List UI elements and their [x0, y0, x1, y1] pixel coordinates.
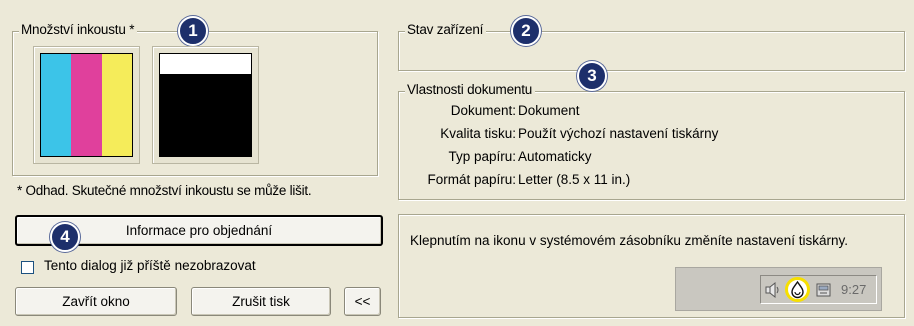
cancel-print-button[interactable]: Zrušit tisk	[191, 287, 331, 316]
callout-badge-1: 1	[178, 16, 208, 46]
callout-badge-3: 3	[577, 61, 607, 91]
tray-app-icon[interactable]	[815, 281, 833, 299]
color-cartridge-frame	[33, 46, 140, 164]
black-ink-level	[160, 74, 251, 156]
ink-estimate-note: * Odhad. Skutečné množství inkoustu se m…	[17, 183, 312, 198]
color-cartridge	[40, 53, 133, 157]
close-window-button-label: Zavřít okno	[62, 294, 130, 309]
property-value-paper-type: Automaticky	[518, 149, 592, 164]
speaker-icon[interactable]	[764, 281, 782, 299]
device-status-title: Stav zařízení	[405, 22, 487, 37]
device-status-group: Stav zařízení	[398, 22, 905, 71]
tray-hint-panel: Klepnutím na ikonu v systémovém zásobník…	[398, 214, 905, 318]
order-info-button-label: Informace pro objednání	[125, 223, 273, 238]
property-label-print-quality: Kvalita tisku:	[440, 126, 516, 141]
document-properties-group: Vlastnosti dokumentu Dokument: Dokument …	[398, 82, 905, 200]
close-window-button[interactable]: Zavřít okno	[15, 287, 177, 316]
dont-show-again-label[interactable]: Tento dialog již příště nezobrazovat	[44, 258, 256, 273]
callout-badge-4: 4	[50, 222, 80, 252]
yellow-ink-stripe	[101, 54, 132, 156]
ink-level-title: Množství inkoustu *	[19, 22, 138, 37]
printer-ink-icon[interactable]	[785, 277, 810, 302]
property-label-document: Dokument:	[450, 103, 516, 118]
property-label-paper-size: Formát papíru:	[427, 172, 516, 187]
document-properties-table: Dokument: Dokument Kvalita tisku: Použít…	[399, 92, 899, 192]
tray-hint-text: Klepnutím na ikonu v systémovém zásobník…	[410, 233, 848, 248]
dont-show-again-checkbox[interactable]	[21, 261, 34, 274]
tray-clock[interactable]: 9:27	[841, 282, 866, 297]
cancel-print-button-label: Zrušit tisk	[232, 294, 290, 309]
cyan-ink-stripe	[41, 54, 72, 156]
property-label-paper-type: Typ papíru:	[448, 149, 516, 164]
system-tray-area: 9:27	[760, 275, 877, 304]
property-value-document: Dokument	[518, 103, 580, 118]
magenta-ink-stripe	[71, 54, 102, 156]
collapse-button[interactable]: <<	[344, 287, 381, 316]
system-tray-preview: 9:27	[675, 267, 882, 311]
collapse-button-label: <<	[354, 294, 371, 309]
property-value-paper-size: Letter (8.5 x 11 in.)	[518, 172, 631, 187]
callout-badge-2: 2	[511, 16, 541, 46]
black-cartridge	[159, 53, 252, 157]
property-value-print-quality: Použít výchozí nastavení tiskárny	[518, 126, 719, 141]
black-cartridge-frame	[152, 46, 259, 164]
